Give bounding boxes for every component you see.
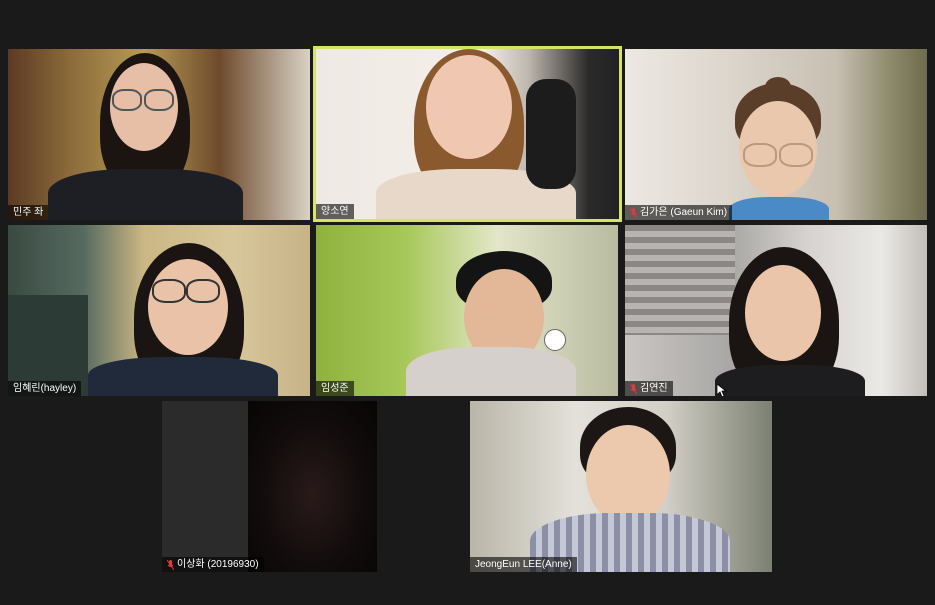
participant-video xyxy=(48,49,248,220)
participant-name-tag: 민주 좌 xyxy=(8,205,49,220)
participant-name: 양소연 xyxy=(321,206,349,217)
video-tile-6[interactable]: 김연진 xyxy=(625,225,927,396)
participant-name: 이상화 (20196930) xyxy=(177,559,259,570)
participant-name: 임혜린(hayley) xyxy=(13,383,77,394)
video-tile-8[interactable]: JeongEun LEE(Anne) xyxy=(470,401,772,572)
participant-name: 김가은 (Gaeun Kim) xyxy=(640,207,728,218)
video-tile-3[interactable]: 김가은 (Gaeun Kim) xyxy=(625,49,927,220)
participant-name-tag: JeongEun LEE(Anne) xyxy=(470,557,577,572)
participant-name: 김연진 xyxy=(640,383,668,394)
participant-video xyxy=(705,225,885,396)
video-tile-4[interactable]: 임혜린(hayley) xyxy=(8,225,310,396)
muted-mic-icon xyxy=(630,383,637,394)
participant-name-tag: 이상화 (20196930) xyxy=(162,557,264,572)
participant-name: JeongEun LEE(Anne) xyxy=(475,559,572,570)
participant-name: 민주 좌 xyxy=(13,207,44,218)
mouse-cursor-icon xyxy=(717,384,727,396)
participant-video xyxy=(386,225,586,396)
participant-video xyxy=(725,49,865,220)
participant-name-tag: 임성준 xyxy=(316,381,354,396)
participant-video xyxy=(530,401,760,572)
participant-name: 임성준 xyxy=(321,383,349,394)
video-tile-1[interactable]: 민주 좌 xyxy=(8,49,310,220)
participant-name-tag: 양소연 xyxy=(316,204,354,219)
video-tile-7[interactable]: 이상화 (20196930) xyxy=(162,401,377,572)
participant-name-tag: 김가은 (Gaeun Kim) xyxy=(625,205,733,220)
muted-mic-icon xyxy=(630,207,637,218)
participant-video xyxy=(376,49,606,219)
participant-video xyxy=(88,225,298,396)
video-tile-2[interactable]: 양소연 xyxy=(313,46,622,222)
participant-name-tag: 김연진 xyxy=(625,381,673,396)
video-tile-5[interactable]: 임성준 xyxy=(316,225,618,396)
participant-name-tag: 임혜린(hayley) xyxy=(8,381,82,396)
muted-mic-icon xyxy=(167,559,174,570)
